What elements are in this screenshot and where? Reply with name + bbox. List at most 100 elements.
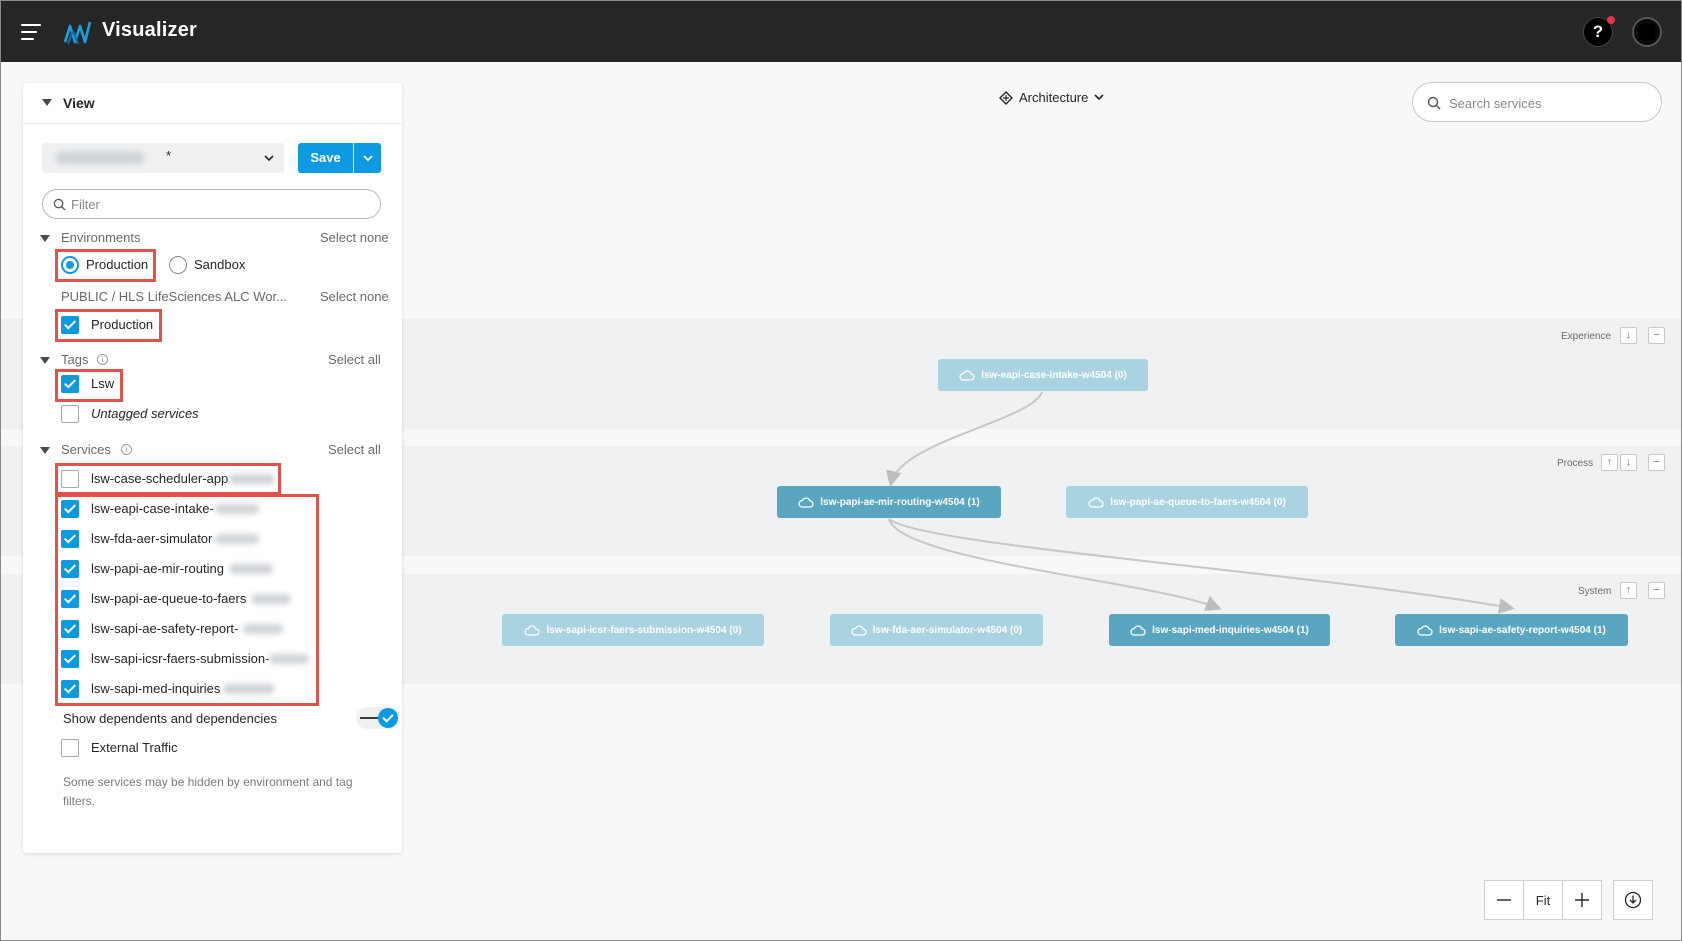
business-group-title: PUBLIC / HLS LifeSciences ALC Wor...	[61, 289, 287, 304]
chevron-down-icon	[362, 154, 373, 161]
help-button[interactable]: ?	[1583, 16, 1615, 47]
service-node-label: lsw-fda-aer-simulator-w4504 (0)	[872, 624, 1023, 636]
download-icon	[1624, 891, 1642, 909]
service-node-label: lsw-sapi-ae-safety-report-w4504 (1)	[1439, 624, 1606, 636]
save-options-button[interactable]	[354, 143, 381, 173]
zoom-in-button[interactable]	[1562, 881, 1601, 919]
cloud-icon	[524, 624, 541, 636]
service-node[interactable]: lsw-papi-ae-queue-to-faers-w4504 (0)	[1066, 486, 1308, 518]
service-label: lsw-case-scheduler-app	[91, 471, 229, 486]
radio-production[interactable]	[61, 256, 79, 274]
toggle-track	[360, 717, 380, 719]
filter-note: Some services may be hidden by environme…	[63, 775, 353, 808]
panel-header[interactable]: View	[23, 83, 402, 124]
redacted-suffix	[215, 534, 259, 544]
checkbox-untagged-label: Untagged services	[91, 406, 199, 421]
user-avatar[interactable]	[1632, 17, 1662, 47]
checkbox-external-traffic[interactable]	[61, 739, 79, 757]
services-caret-icon[interactable]	[40, 447, 50, 454]
tags-info-icon: i	[97, 354, 108, 365]
app-title: Visualizer	[102, 19, 198, 41]
environments-caret-icon[interactable]	[40, 235, 50, 242]
radio-sandbox-label: Sandbox	[194, 257, 246, 272]
lane-move-up-button[interactable]: ↑	[1620, 582, 1637, 599]
services-title: Services	[61, 442, 111, 457]
lane-move-down-button[interactable]: ↓	[1620, 327, 1637, 344]
toggle-knob-check-icon	[378, 708, 398, 728]
architecture-icon	[999, 90, 1013, 105]
radio-production-label: Production	[86, 257, 149, 272]
lane-move-up-button[interactable]: ↑	[1601, 454, 1618, 471]
checkbox-production[interactable]	[61, 316, 79, 334]
service-label: lsw-sapi-ae-safety-report-	[91, 621, 239, 636]
chevron-down-icon	[264, 155, 274, 162]
show-dependents-label: Show dependents and dependencies	[63, 711, 277, 726]
lane-move-down-button[interactable]: ↓	[1620, 454, 1637, 471]
zoom-out-button[interactable]	[1485, 881, 1523, 919]
checkbox-service[interactable]	[61, 680, 79, 698]
checkbox-service[interactable]	[61, 590, 79, 608]
download-button[interactable]	[1613, 880, 1653, 920]
lane-label-system: System	[1578, 586, 1612, 597]
view-select[interactable]: *	[42, 143, 284, 173]
checkbox-service[interactable]	[61, 530, 79, 548]
radio-sandbox[interactable]	[169, 256, 187, 274]
search-services-input[interactable]	[1449, 93, 1649, 113]
view-select-marker: *	[166, 148, 172, 163]
checkbox-tag-lsw[interactable]	[61, 375, 79, 393]
external-traffic-label: External Traffic	[91, 740, 178, 755]
checkbox-service[interactable]	[61, 620, 79, 638]
environments-title: Environments	[61, 230, 141, 245]
service-node[interactable]: lsw-papi-ae-mir-routing-w4504 (1)	[777, 486, 1001, 518]
view-panel: View * Save Environments Select none Pro…	[23, 83, 402, 853]
checkbox-untagged-services[interactable]	[61, 405, 79, 423]
hamburger-menu-icon[interactable]	[21, 23, 43, 41]
search-icon	[1427, 96, 1441, 110]
redacted-suffix	[243, 624, 283, 634]
cloud-icon	[851, 624, 867, 636]
collapse-caret-icon	[42, 99, 52, 106]
cloud-icon	[1088, 496, 1104, 508]
lane-collapse-button[interactable]: −	[1648, 582, 1665, 599]
notification-dot-icon	[1607, 16, 1615, 24]
service-node[interactable]: lsw-fda-aer-simulator-w4504 (0)	[830, 614, 1043, 646]
service-node[interactable]: lsw-sapi-ae-safety-report-w4504 (1)	[1395, 614, 1628, 646]
tags-select-all[interactable]: Select all	[328, 352, 381, 367]
zoom-fit-button[interactable]: Fit	[1523, 881, 1562, 919]
save-button[interactable]: Save	[298, 143, 353, 173]
service-node-label: lsw-sapi-med-inquiries-w4504 (1)	[1152, 624, 1309, 636]
lane-collapse-button[interactable]: −	[1648, 327, 1665, 344]
service-label: lsw-sapi-med-inquiries	[91, 681, 221, 696]
services-select-all[interactable]: Select all	[328, 442, 381, 457]
checkbox-service[interactable]	[61, 470, 79, 488]
environments-select-none[interactable]: Select none	[320, 230, 389, 245]
redacted-view-name	[56, 152, 144, 164]
filter-box	[42, 189, 381, 219]
service-node-label: lsw-sapi-icsr-faers-submission-w4504 (0)	[546, 624, 742, 636]
redacted-suffix	[251, 594, 291, 604]
service-label: lsw-sapi-icsr-faers-submission-	[91, 651, 270, 666]
service-node[interactable]: lsw-sapi-med-inquiries-w4504 (1)	[1109, 614, 1330, 646]
tags-title: Tags	[61, 352, 89, 367]
redacted-suffix	[223, 684, 275, 694]
top-bar: Visualizer ?	[1, 1, 1681, 62]
cloud-icon	[1417, 624, 1433, 636]
show-dependents-toggle[interactable]	[356, 707, 400, 729]
checkbox-service[interactable]	[61, 500, 79, 518]
business-group-select-none[interactable]: Select none	[320, 289, 389, 304]
service-node[interactable]: lsw-eapi-case-intake-w4504 (0)	[938, 359, 1148, 391]
cloud-icon	[1130, 624, 1146, 636]
architecture-dropdown[interactable]: Architecture	[999, 90, 1104, 105]
tags-caret-icon[interactable]	[40, 357, 50, 364]
service-node-label: lsw-papi-ae-queue-to-faers-w4504 (0)	[1110, 496, 1286, 508]
lane-label-experience: Experience	[1561, 331, 1612, 342]
service-node[interactable]: lsw-sapi-icsr-faers-submission-w4504 (0)	[502, 614, 764, 646]
filter-input[interactable]	[71, 196, 361, 212]
chevron-down-icon	[1094, 94, 1104, 101]
lane-collapse-button[interactable]: −	[1648, 454, 1665, 471]
checkbox-service[interactable]	[61, 560, 79, 578]
redacted-suffix	[229, 564, 273, 574]
visualizer-logo-icon	[63, 21, 92, 45]
checkbox-production-label: Production	[91, 317, 154, 332]
checkbox-service[interactable]	[61, 650, 79, 668]
